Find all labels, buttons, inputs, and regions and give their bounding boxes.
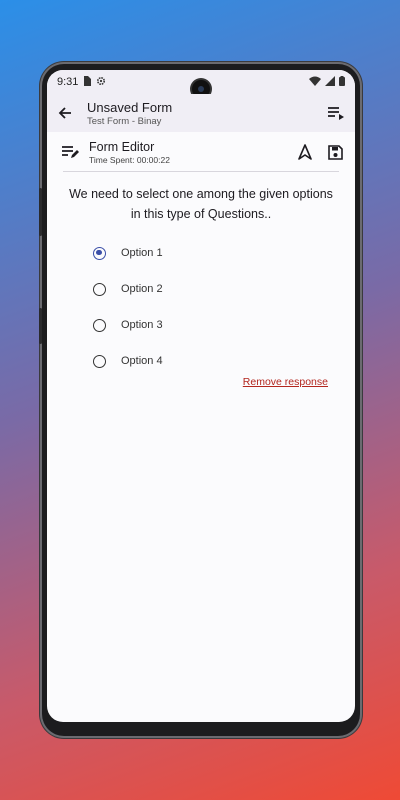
time-spent-label: Time Spent: 00:00:22	[89, 154, 170, 165]
arrow-left-icon[interactable]	[57, 105, 73, 121]
editor-titles: Form Editor Time Spent: 00:00:22	[89, 140, 170, 165]
save-icon[interactable]	[328, 144, 343, 160]
radio-unselected[interactable]	[93, 282, 106, 296]
wifi-icon	[309, 76, 321, 89]
divider	[63, 171, 339, 172]
navigation-arrow-icon[interactable]	[298, 144, 312, 160]
editor-bar: Form Editor Time Spent: 00:00:22	[47, 132, 355, 172]
radio-unselected[interactable]	[93, 318, 106, 332]
playlist-play-icon[interactable]	[327, 105, 345, 121]
edit-note-icon[interactable]	[61, 144, 79, 160]
page-title: Unsaved Form	[87, 99, 173, 115]
app-bar: Unsaved Form Test Form - Binay	[47, 94, 355, 132]
sim-card-icon	[83, 75, 92, 89]
volume-button	[39, 188, 42, 236]
option-3[interactable]: Option 3	[93, 307, 163, 343]
option-1[interactable]: Option 1	[93, 235, 163, 271]
radio-selected[interactable]	[93, 246, 106, 260]
status-time: 9:31	[57, 76, 79, 88]
option-2[interactable]: Option 2	[93, 271, 163, 307]
settings-gear-icon	[96, 76, 106, 89]
editor-actions	[298, 144, 343, 160]
battery-icon	[339, 75, 345, 89]
power-button	[39, 308, 42, 344]
options-list: Option 1 Option 2 Option 3 Option 4	[93, 235, 163, 379]
app-screen: 9:31 Unsaved Form Test Form - Binay Form…	[47, 70, 355, 722]
radio-unselected[interactable]	[93, 354, 106, 368]
remove-response-link[interactable]: Remove response	[243, 376, 328, 388]
option-label: Option 4	[121, 355, 163, 367]
option-label: Option 1	[121, 247, 163, 259]
app-bar-titles: Unsaved Form Test Form - Binay	[87, 100, 172, 127]
signal-icon	[325, 75, 335, 89]
question-text: We need to select one among the given op…	[69, 187, 333, 221]
option-4[interactable]: Option 4	[93, 343, 163, 379]
editor-title: Form Editor	[89, 139, 155, 154]
option-label: Option 3	[121, 319, 163, 331]
option-label: Option 2	[121, 283, 163, 295]
page-subtitle: Test Form - Binay	[87, 115, 162, 127]
